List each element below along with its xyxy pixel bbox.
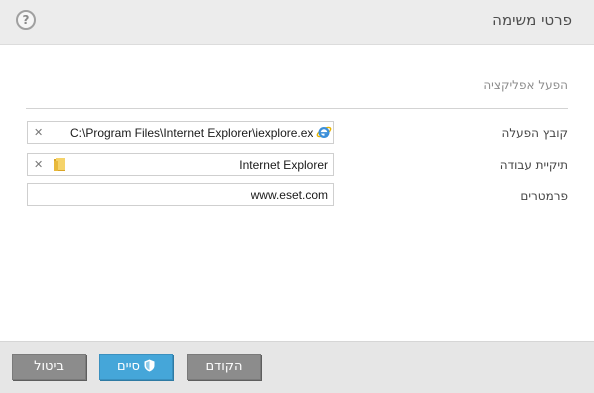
finish-button[interactable]: סיים bbox=[99, 354, 173, 380]
parameters-field[interactable]: www.eset.com bbox=[27, 183, 334, 206]
back-button[interactable]: הקודם bbox=[187, 354, 261, 380]
help-button[interactable]: ? bbox=[16, 10, 36, 30]
header: ? פרטי משימה bbox=[0, 0, 594, 45]
footer-bar: ביטול סיים הקודם bbox=[0, 341, 594, 393]
working-dir-label: תיקיית עבודה bbox=[499, 158, 568, 172]
executable-label: קובץ הפעלה bbox=[501, 126, 568, 140]
parameters-value: www.eset.com bbox=[250, 188, 328, 202]
clear-icon[interactable]: ✕ bbox=[34, 126, 43, 139]
cancel-button[interactable]: ביטול bbox=[12, 354, 86, 380]
clear-icon[interactable]: ✕ bbox=[34, 158, 43, 171]
page-title: פרטי משימה bbox=[492, 11, 572, 29]
executable-field[interactable]: ✕ C:\Program Files\Internet Explorer\iex… bbox=[27, 121, 334, 144]
folder-icon bbox=[54, 158, 65, 171]
executable-value: C:\Program Files\Internet Explorer\iexpl… bbox=[70, 126, 313, 140]
section-divider bbox=[26, 108, 568, 109]
working-dir-field[interactable]: ✕ Internet Explorer bbox=[27, 153, 334, 176]
working-dir-value: Internet Explorer bbox=[239, 158, 328, 172]
internet-explorer-icon bbox=[316, 126, 332, 138]
parameters-label: פרמטרים bbox=[520, 189, 568, 203]
shield-icon bbox=[144, 359, 155, 372]
finish-label: סיים bbox=[117, 359, 140, 374]
section-title: הפעל אפליקציה bbox=[483, 78, 568, 92]
